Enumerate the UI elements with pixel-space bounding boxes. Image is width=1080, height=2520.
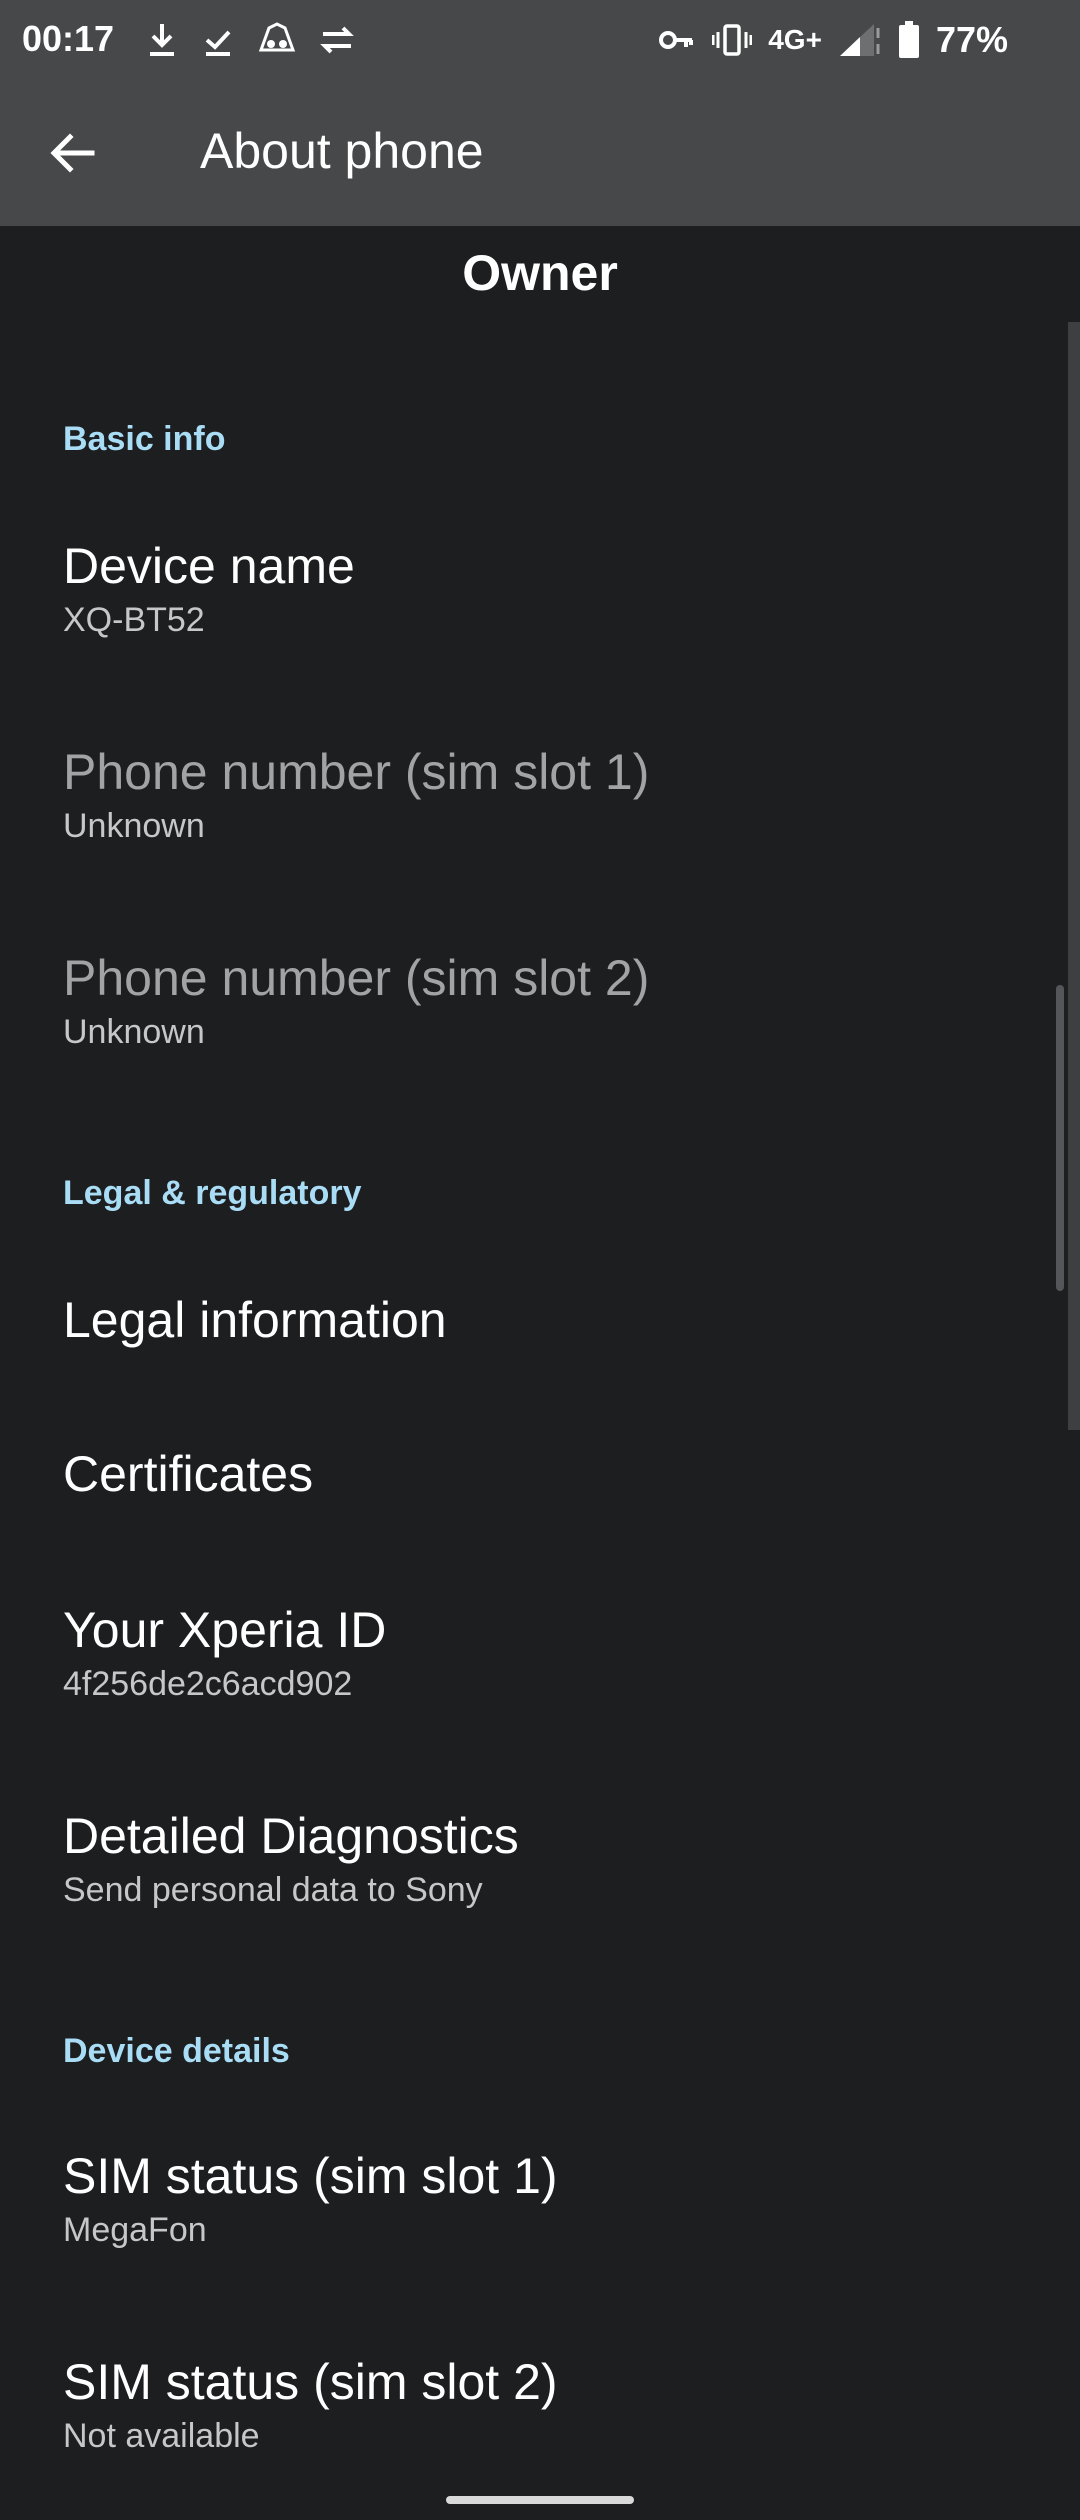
phone-number-sim2-value: Unknown xyxy=(63,1013,205,1051)
phone-number-sim2-title: Phone number (sim slot 2) xyxy=(63,950,650,1006)
scrollbar-thumb[interactable] xyxy=(1056,985,1064,1291)
legal-information-title: Legal information xyxy=(63,1292,447,1348)
device-name-title: Device name xyxy=(63,538,355,594)
phone-number-sim1-value: Unknown xyxy=(63,807,205,845)
phone-number-sim2-item: Phone number (sim slot 2) Unknown xyxy=(63,948,1023,1054)
sim-status-sim2-title: SIM status (sim slot 2) xyxy=(63,2354,558,2410)
status-right: 4G+ 77% xyxy=(658,16,1008,64)
notification-icons xyxy=(145,18,355,62)
section-header-legal: Legal & regulatory xyxy=(63,1174,362,1212)
scrollbar-track[interactable] xyxy=(1068,322,1080,1430)
status-bar: 00:17 4G+ 77% xyxy=(0,0,1080,80)
signal-icon xyxy=(838,22,882,58)
arrow-back-icon xyxy=(50,133,96,173)
certificates-title: Certificates xyxy=(63,1446,314,1502)
network-type: 4G+ xyxy=(768,24,822,55)
battery-icon xyxy=(898,21,920,59)
xperia-id-item[interactable]: Your Xperia ID 4f256de2c6acd902 xyxy=(63,1600,1023,1706)
vpn-key-icon xyxy=(658,25,696,55)
section-header-basic-info: Basic info xyxy=(63,420,226,458)
xperia-id-title: Your Xperia ID xyxy=(63,1602,387,1658)
sim-status-sim1-value: MegaFon xyxy=(63,2211,207,2249)
phone-number-sim1-title: Phone number (sim slot 1) xyxy=(63,744,650,800)
sim-status-sim1-item[interactable]: SIM status (sim slot 1) MegaFon xyxy=(63,2146,1023,2252)
back-button[interactable] xyxy=(40,120,106,186)
phone-number-sim1-item: Phone number (sim slot 1) Unknown xyxy=(63,742,1023,848)
data-transfer-icon xyxy=(319,20,355,60)
device-name-value: XQ-BT52 xyxy=(63,601,205,639)
status-time: 00:17 xyxy=(22,18,115,59)
certificates-item[interactable]: Certificates xyxy=(63,1444,1023,1504)
detailed-diagnostics-title: Detailed Diagnostics xyxy=(63,1808,519,1864)
section-header-device-details: Device details xyxy=(63,2032,290,2070)
detailed-diagnostics-value: Send personal data to Sony xyxy=(63,1871,483,1909)
screen: 00:17 4G+ 77% About phone Owner Basic in… xyxy=(0,0,1080,2520)
download-icon xyxy=(145,20,179,60)
detailed-diagnostics-item[interactable]: Detailed Diagnostics Send personal data … xyxy=(63,1806,1023,1912)
battery-percent: 77% xyxy=(935,19,1008,60)
sim-status-sim2-item[interactable]: SIM status (sim slot 2) Not available xyxy=(63,2352,1023,2458)
sim-status-sim1-title: SIM status (sim slot 1) xyxy=(63,2148,558,2204)
legal-information-item[interactable]: Legal information xyxy=(63,1290,1023,1350)
device-name-item[interactable]: Device name XQ-BT52 xyxy=(63,536,1023,642)
home-indicator[interactable] xyxy=(446,2496,634,2504)
vibrate-icon xyxy=(712,22,753,58)
download-done-icon xyxy=(201,20,235,60)
incognito-icon xyxy=(257,20,297,60)
xperia-id-value: 4f256de2c6acd902 xyxy=(63,1665,353,1703)
page-title: About phone xyxy=(200,123,484,179)
sim-status-sim2-value: Not available xyxy=(63,2417,260,2455)
app-bar: About phone xyxy=(0,80,1080,226)
owner-label: Owner xyxy=(462,245,618,301)
